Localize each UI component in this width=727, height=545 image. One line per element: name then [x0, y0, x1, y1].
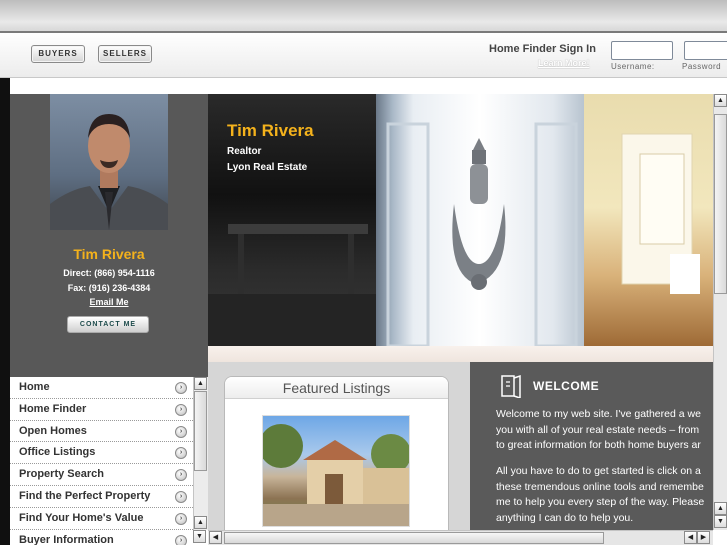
agent-fax: Fax: (916) 236-4384	[67, 283, 151, 293]
arrow-down-icon[interactable]: ▼	[714, 515, 727, 528]
spacer-strip	[10, 78, 727, 94]
sidebar-item-office-listings[interactable]: Office Listings ›	[10, 442, 193, 465]
chevron-right-icon: ›	[175, 447, 187, 460]
hero-banner: Tim Rivera Realtor Lyon Real Estate	[208, 94, 713, 346]
sellers-button[interactable]: SELLERS	[98, 45, 152, 63]
arrow-right-icon[interactable]: ▶	[697, 531, 710, 544]
page-horizontal-scrollbar[interactable]: ◀ ◀ ▶	[208, 530, 713, 545]
hero-company: Lyon Real Estate	[227, 162, 308, 173]
sidebar-item-find-perfect-property[interactable]: Find the Perfect Property ›	[10, 486, 193, 508]
sidebar-item-home[interactable]: Home ›	[10, 377, 193, 399]
sidebar-item-buyer-information[interactable]: Buyer Information ›	[10, 530, 193, 545]
chevron-right-icon: ›	[175, 425, 187, 438]
arrow-left-icon[interactable]: ◀	[684, 531, 697, 544]
hero-agent-title: Realtor	[227, 146, 262, 157]
sidebar-nav: Home › Home Finder › Open Homes › Office Li…	[10, 377, 193, 545]
welcome-paragraph-1: Welcome to my web site. I've gathered a …	[496, 408, 701, 451]
username-label: Username:	[611, 62, 655, 71]
agent-direct-phone: Direct: (866) 954-1116	[63, 268, 155, 278]
sidebar-item-property-search[interactable]: Property Search ›	[10, 464, 193, 486]
chevron-right-icon: ›	[175, 403, 187, 416]
nav-scrollbar[interactable]: ▲ ▲	[193, 377, 208, 530]
chevron-right-icon: ›	[175, 534, 187, 545]
arrow-up-icon[interactable]: ▲	[194, 516, 207, 529]
featured-listings-card: Featured Listings	[224, 376, 449, 536]
chevron-right-icon: ›	[175, 512, 187, 525]
featured-listing-photo[interactable]	[262, 415, 410, 527]
featured-listings-title: Featured Listings	[225, 377, 448, 399]
arrow-up-icon[interactable]: ▲	[714, 94, 727, 107]
hero-room-image	[584, 94, 713, 346]
contact-me-button[interactable]: CONTACT ME	[67, 316, 149, 333]
agent-photo	[50, 94, 168, 230]
page-scroll-thumb[interactable]	[714, 114, 727, 294]
left-edge	[0, 78, 10, 545]
home-finder-signin-label: Home Finder Sign In	[489, 43, 596, 55]
chevron-right-icon: ›	[175, 382, 187, 394]
horizontal-scroll-thumb[interactable]	[224, 532, 604, 544]
sidebar-item-open-homes[interactable]: Open Homes ›	[10, 421, 193, 443]
chevron-right-icon: ›	[175, 490, 187, 503]
agent-name: Tim Rivera	[73, 246, 145, 262]
welcome-panel: WELCOME Welcome to my web site. I've gat…	[470, 362, 713, 530]
arrow-down-icon[interactable]: ▼	[193, 530, 206, 543]
hero-door-knocker-image	[376, 94, 584, 346]
lower-band	[208, 346, 713, 362]
welcome-title: WELCOME	[533, 379, 600, 393]
hero-agent-name: Tim Rivera	[227, 121, 314, 140]
arrow-left-icon[interactable]: ◀	[209, 531, 222, 544]
page-vertical-scrollbar[interactable]: ▲ ▲ ▼	[713, 94, 727, 530]
chevron-right-icon: ›	[175, 469, 187, 482]
password-input[interactable]	[684, 41, 727, 60]
sidebar-item-home-value[interactable]: Find Your Home's Value ›	[10, 508, 193, 530]
sidebar-item-home-finder[interactable]: Home Finder ›	[10, 399, 193, 421]
learn-more-link[interactable]: Learn More!	[538, 58, 590, 68]
email-me-link[interactable]: Email Me	[10, 297, 208, 307]
nav-scroll-thumb[interactable]	[194, 391, 207, 471]
top-chrome-band	[0, 0, 727, 33]
password-label: Password	[682, 62, 722, 71]
username-input[interactable]	[611, 41, 673, 60]
buyers-button[interactable]: BUYERS	[31, 45, 85, 63]
agent-panel: Tim Rivera Direct: (866) 954-1116 Fax: (…	[10, 94, 208, 377]
arrow-up-icon[interactable]: ▲	[194, 377, 207, 390]
site-header: BUYERS SELLERS Home Finder Sign In Learn…	[0, 33, 727, 78]
welcome-paragraph-2: All you have to do to get started is cli…	[496, 465, 705, 524]
door-icon	[501, 374, 521, 398]
arrow-up-icon[interactable]: ▲	[714, 502, 727, 515]
